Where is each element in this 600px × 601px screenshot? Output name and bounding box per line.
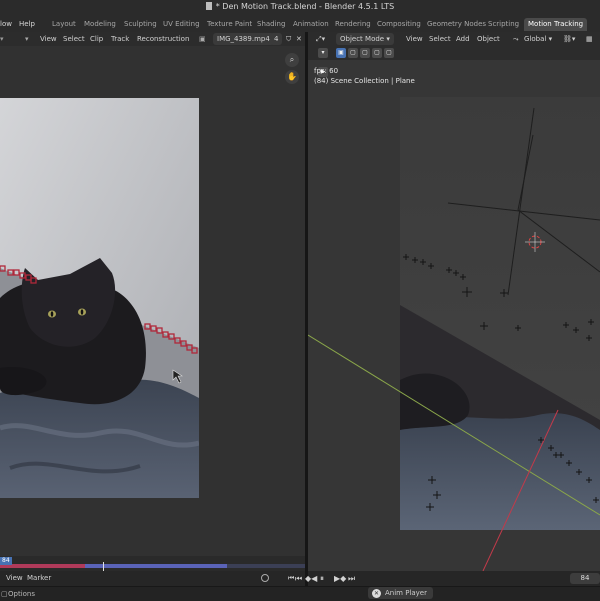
jump-end-icon[interactable]: ⏭ bbox=[348, 571, 355, 586]
menu-marker[interactable]: Marker bbox=[27, 571, 51, 586]
footage-image bbox=[0, 98, 199, 498]
clip-editor-header: ▾ ▾ View Select Clip Track Reconstructio… bbox=[0, 32, 305, 46]
tab-animation[interactable]: Animation bbox=[293, 18, 329, 31]
link-icon[interactable]: ⛓▾ bbox=[563, 32, 575, 46]
anim-player-button[interactable]: ✕ Anim Player bbox=[368, 587, 433, 599]
editor-type-dropdown-3d[interactable]: ⤢▾ bbox=[316, 32, 325, 46]
chevron-down-icon[interactable]: ▾ bbox=[25, 32, 29, 46]
tab-sculpting[interactable]: Sculpting bbox=[124, 18, 157, 31]
prev-keyframe-icon[interactable]: ◆◀ bbox=[305, 571, 317, 586]
timeline-footer: ⏮ ◆◀ ⏸ ▶◆ ⏭ 84 bbox=[295, 571, 600, 586]
window-title: * Den Motion Track.blend - Blender 4.5.1… bbox=[0, 0, 600, 16]
pause-icon[interactable]: ⏸ bbox=[320, 571, 324, 586]
menu-select[interactable]: Select bbox=[63, 32, 85, 46]
menu-3d-view[interactable]: View bbox=[406, 32, 423, 46]
menu-help[interactable]: Help bbox=[19, 16, 35, 32]
tab-texture-paint[interactable]: Texture Paint bbox=[207, 18, 252, 31]
menu-view[interactable]: View bbox=[40, 32, 57, 46]
select-subtract-icon[interactable]: ▢ bbox=[360, 48, 370, 58]
tab-geometry-nodes[interactable]: Geometry Nodes bbox=[427, 18, 486, 31]
editor-type-dropdown[interactable]: ▾ bbox=[0, 32, 4, 46]
select-box-icon[interactable]: ▣ bbox=[336, 48, 346, 58]
clip-name-field[interactable]: IMG_4389.mp4 bbox=[213, 33, 274, 45]
anim-player-label: Anim Player bbox=[385, 589, 427, 597]
close-icon[interactable]: ✕ bbox=[372, 589, 381, 598]
top-menubar: low Help Layout Modeling Sculpting UV Ed… bbox=[0, 16, 600, 33]
options-label[interactable]: Options bbox=[8, 588, 35, 600]
hand-pan-icon[interactable]: ✋ bbox=[285, 70, 299, 84]
tab-scripting[interactable]: Scripting bbox=[488, 18, 519, 31]
viewport-header: ⤢▾ Object Mode ▾ View Select Add Object … bbox=[308, 32, 600, 46]
menu-clip[interactable]: Clip bbox=[90, 32, 103, 46]
clip-scrub-bar[interactable]: 84 bbox=[0, 556, 305, 571]
orientation-label: Global bbox=[524, 35, 547, 43]
menu-window[interactable]: low bbox=[0, 16, 12, 32]
object-mode-dropdown[interactable]: Object Mode ▾ bbox=[336, 33, 394, 45]
keyframe-tick bbox=[103, 562, 104, 571]
jump-start-icon[interactable]: ⏮ bbox=[288, 571, 294, 586]
menu-3d-select[interactable]: Select bbox=[429, 32, 451, 46]
tab-rendering[interactable]: Rendering bbox=[335, 18, 371, 31]
global-orientation-icon[interactable]: ⤳ bbox=[513, 32, 519, 46]
menu-track[interactable]: Track bbox=[111, 32, 129, 46]
zoom-icon[interactable]: ⌕ bbox=[285, 53, 299, 67]
select-invert-icon[interactable]: ▢ bbox=[372, 48, 382, 58]
tracked-range-blue bbox=[85, 564, 227, 568]
document-icon bbox=[205, 2, 212, 10]
viewport-scene bbox=[308, 60, 600, 571]
menu-3d-object[interactable]: Object bbox=[477, 32, 500, 46]
collapse-icon[interactable]: ▾ bbox=[318, 48, 328, 58]
options-icon[interactable]: ▢ bbox=[1, 588, 8, 600]
tab-shading[interactable]: Shading bbox=[257, 18, 285, 31]
3d-viewport[interactable]: ▶ bbox=[308, 60, 600, 571]
menu-3d-add[interactable]: Add bbox=[456, 32, 470, 46]
snap-icon[interactable]: ▦ bbox=[586, 32, 593, 46]
tracked-range-red bbox=[0, 564, 85, 568]
tab-layout[interactable]: Layout bbox=[52, 18, 76, 31]
fps-overlay: fps: 60 bbox=[314, 67, 339, 75]
footage-frame[interactable] bbox=[0, 98, 199, 498]
select-extend-icon[interactable]: ▢ bbox=[348, 48, 358, 58]
orientation-dropdown[interactable]: Global ▾ bbox=[524, 32, 552, 46]
collection-overlay: (84) Scene Collection | Plane bbox=[314, 77, 415, 85]
select-intersect-icon[interactable]: ▢ bbox=[384, 48, 394, 58]
current-frame-badge[interactable]: 84 bbox=[0, 557, 12, 565]
menu-footer-view[interactable]: View bbox=[6, 571, 23, 586]
viewport-tool-settings: ▾ ▣ ▢ ▢ ▢ ▢ bbox=[308, 46, 600, 60]
fake-user-shield-icon[interactable]: ⛉ bbox=[286, 32, 291, 46]
status-bar: ▢ Options ✕ Anim Player bbox=[0, 586, 600, 601]
window-title-text: * Den Motion Track.blend - Blender 4.5.1… bbox=[215, 2, 395, 11]
tab-uv-editing[interactable]: UV Editing bbox=[163, 18, 200, 31]
clip-editor-footer: View Marker ⏮ bbox=[0, 571, 305, 586]
record-icon[interactable] bbox=[261, 574, 269, 582]
tab-motion-tracking[interactable]: Motion Tracking bbox=[524, 18, 588, 31]
tab-compositing[interactable]: Compositing bbox=[377, 18, 421, 31]
next-keyframe-icon[interactable]: ▶◆ bbox=[334, 571, 346, 586]
menu-reconstruction[interactable]: Reconstruction bbox=[137, 32, 189, 46]
clip-users-count[interactable]: 4 bbox=[270, 33, 283, 45]
object-mode-label: Object Mode bbox=[340, 35, 385, 43]
jump-start-icon-2[interactable]: ⏮ bbox=[295, 571, 302, 586]
untracked-range bbox=[227, 564, 305, 568]
current-frame-field[interactable]: 84 bbox=[570, 573, 600, 584]
clip-browse-icon[interactable]: ▣ bbox=[199, 32, 206, 46]
tab-modeling[interactable]: Modeling bbox=[84, 18, 116, 31]
close-icon[interactable]: ✕ bbox=[296, 32, 302, 46]
